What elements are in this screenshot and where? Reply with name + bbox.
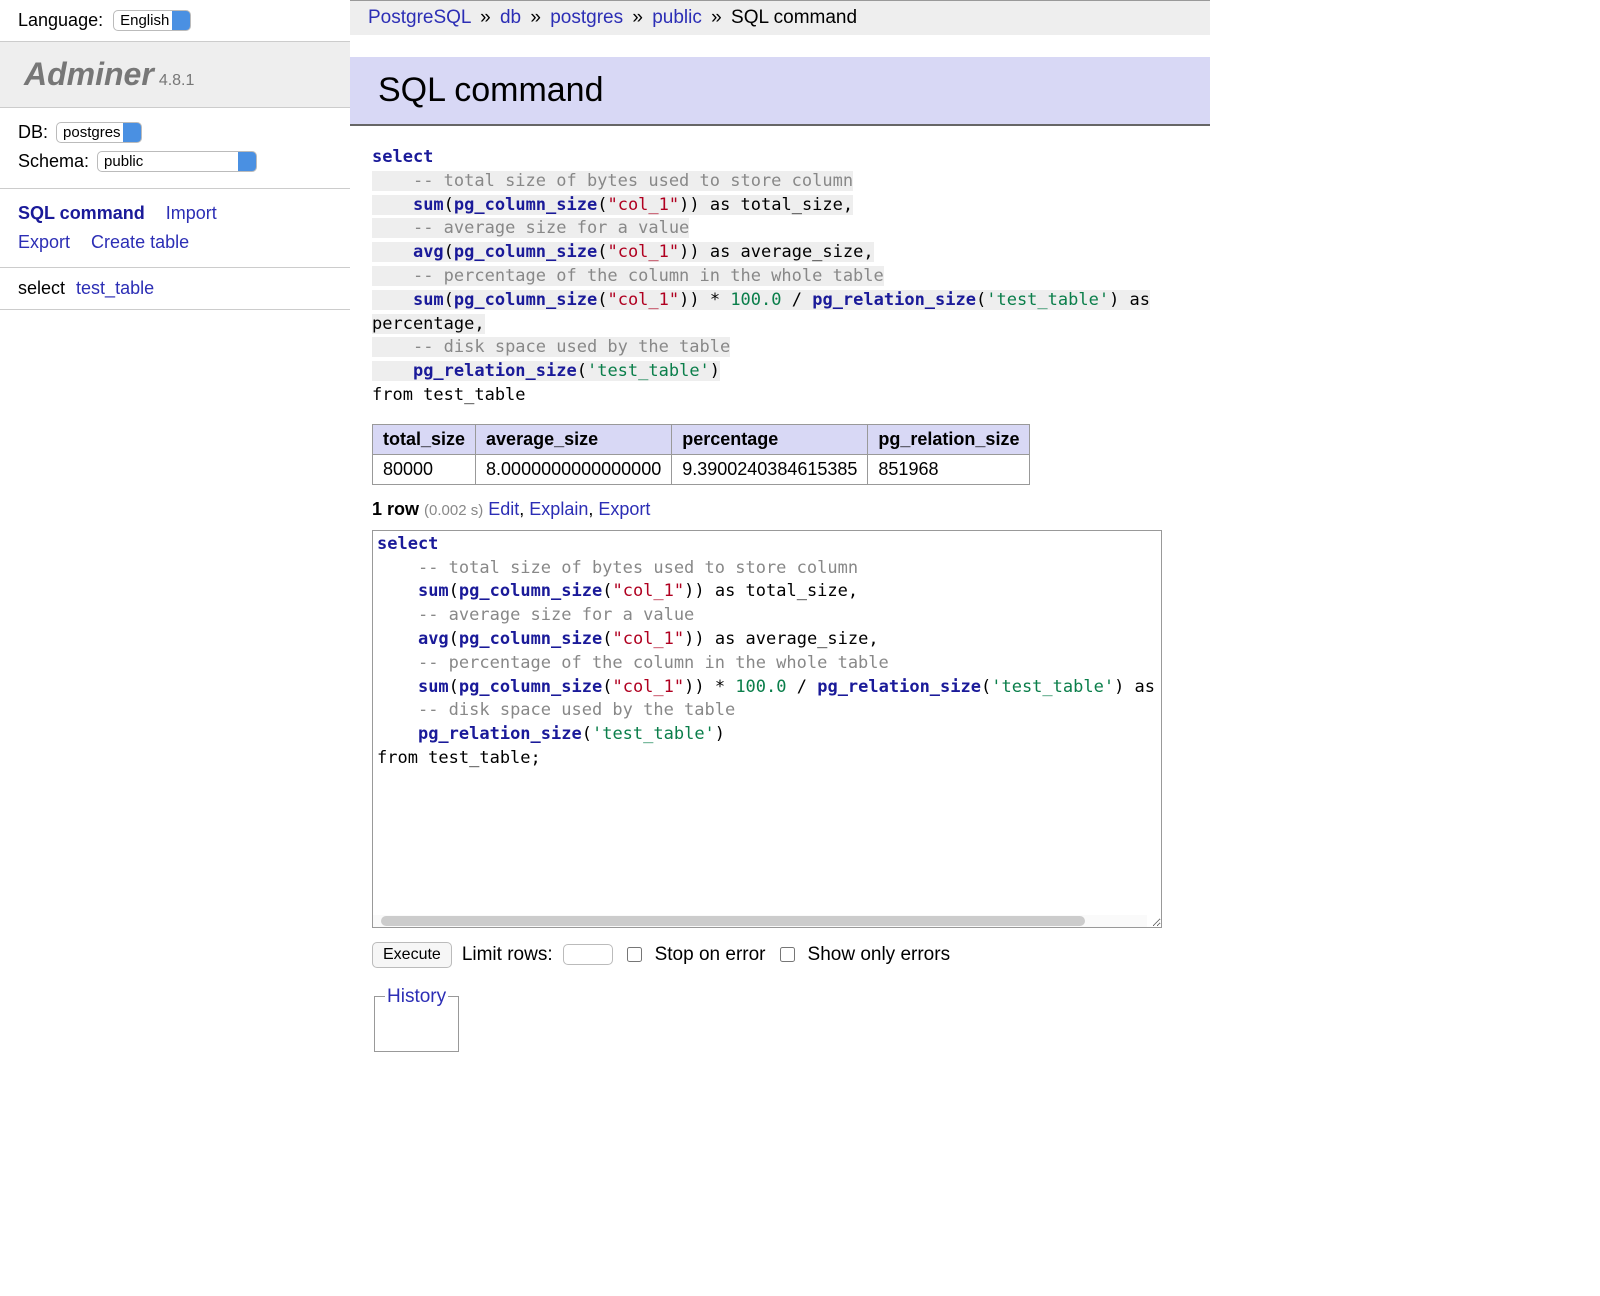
row-count: 1 row [372, 499, 419, 519]
nav-export[interactable]: Export [18, 232, 70, 252]
col-header[interactable]: percentage [672, 424, 868, 454]
page-title: SQL command [378, 71, 1182, 110]
crumb-current: SQL command [731, 7, 857, 28]
executed-query: select -- total size of bytes used to st… [372, 146, 1188, 408]
app-title: Adminer [24, 56, 154, 92]
db-select[interactable]: postgres [56, 122, 142, 143]
limit-rows-input[interactable] [563, 944, 613, 965]
language-select[interactable]: English [113, 10, 191, 31]
col-header[interactable]: average_size [476, 424, 672, 454]
export-link[interactable]: Export [598, 499, 650, 519]
execute-button[interactable]: Execute [372, 942, 452, 968]
col-header[interactable]: total_size [373, 424, 476, 454]
query-time: (0.002 s) [424, 502, 483, 519]
show-only-errors-label: Show only errors [808, 944, 951, 966]
logo-box: Adminer 4.8.1 [0, 41, 350, 108]
nav-create-table[interactable]: Create table [91, 232, 189, 252]
cell: 8.0000000000000000 [476, 454, 672, 484]
stop-on-error-label: Stop on error [655, 944, 766, 966]
crumb-driver[interactable]: PostgreSQL [368, 7, 471, 28]
cell: 851968 [868, 454, 1030, 484]
db-label: DB: [18, 122, 48, 143]
schema-select[interactable]: public [97, 151, 257, 172]
stop-on-error-checkbox[interactable] [627, 947, 642, 962]
nav-sql-command[interactable]: SQL command [18, 203, 145, 223]
edit-link[interactable]: Edit [488, 499, 519, 519]
limit-rows-label: Limit rows: [462, 944, 553, 966]
result-table: total_size average_size percentage pg_re… [372, 424, 1030, 485]
language-label: Language: [18, 10, 103, 31]
col-header[interactable]: pg_relation_size [868, 424, 1030, 454]
table-name-link[interactable]: test_table [76, 278, 154, 298]
show-only-errors-checkbox[interactable] [780, 947, 795, 962]
sql-editor[interactable]: select -- total size of bytes used to st… [372, 530, 1162, 928]
app-version: 4.8.1 [159, 72, 195, 89]
history-link[interactable]: History [387, 986, 446, 1007]
breadcrumb: PostgreSQL » db » postgres » public » SQ… [350, 1, 1210, 35]
editor-scrollbar[interactable] [373, 915, 1147, 927]
table-list: select test_table [0, 268, 350, 310]
table-select-link[interactable]: select [18, 278, 65, 298]
crumb-schema[interactable]: public [652, 7, 702, 28]
nav-import[interactable]: Import [166, 203, 217, 223]
history-fieldset: History [374, 986, 459, 1052]
cell: 80000 [373, 454, 476, 484]
nav-links: SQL command Import Export Create table [0, 188, 350, 268]
cell: 9.3900240384615385 [672, 454, 868, 484]
table-row: 80000 8.0000000000000000 9.3900240384615… [373, 454, 1030, 484]
explain-link[interactable]: Explain [529, 499, 588, 519]
crumb-db-name[interactable]: postgres [550, 7, 623, 28]
row-count-line: 1 row (0.002 s) Edit, Explain, Export [372, 499, 1188, 520]
schema-label: Schema: [18, 151, 89, 172]
crumb-db-label[interactable]: db [500, 7, 521, 28]
